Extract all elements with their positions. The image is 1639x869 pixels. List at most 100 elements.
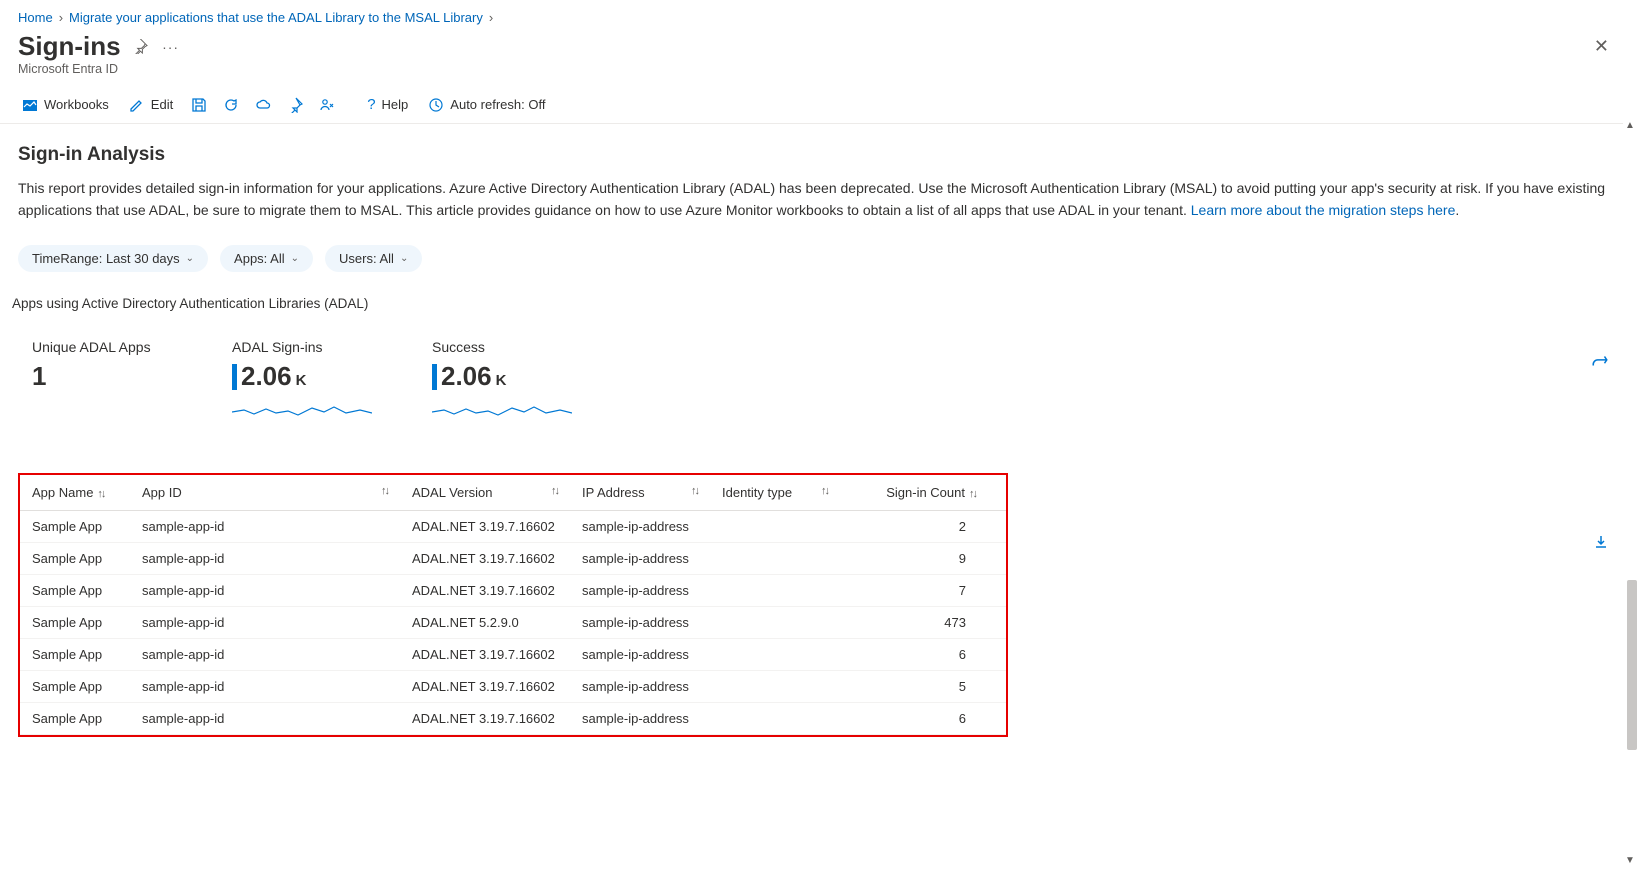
metric-label: Unique ADAL Apps — [32, 339, 172, 355]
chevron-right-icon: › — [489, 10, 493, 25]
filter-apps[interactable]: Apps: All ⌄ — [220, 245, 313, 272]
table-row[interactable]: Sample App sample-app-id ADAL.NET 5.2.9.… — [20, 607, 1006, 639]
cell-signin-count: 7 — [840, 575, 1006, 607]
learn-more-link[interactable]: Learn more about the migration steps her… — [1191, 202, 1456, 218]
scroll-down-icon[interactable]: ▼ — [1623, 855, 1637, 869]
cell-app-name: Sample App — [20, 511, 130, 543]
auto-refresh-button[interactable]: Auto refresh: Off — [420, 93, 553, 117]
metric-success: Success 2.06 K — [432, 339, 572, 423]
people-button[interactable] — [313, 93, 341, 117]
cell-signin-count: 473 — [840, 607, 1006, 639]
breadcrumb-home[interactable]: Home — [18, 10, 53, 25]
filters-row: TimeRange: Last 30 days ⌄ Apps: All ⌄ Us… — [18, 245, 1621, 272]
filter-timerange[interactable]: TimeRange: Last 30 days ⌄ — [18, 245, 208, 272]
col-header-identity-type[interactable]: Identity type↑↓ — [710, 475, 840, 511]
metric-label: Success — [432, 339, 572, 355]
cell-ip-address: sample-ip-address — [570, 607, 710, 639]
metric-accent-bar — [232, 364, 237, 390]
scroll-up-icon[interactable]: ▲ — [1623, 120, 1637, 134]
help-icon: ? — [367, 96, 375, 113]
adal-apps-table-wrap: App Name↑↓ App ID↑↓ ADAL Version↑↓ IP Ad… — [18, 473, 1008, 737]
scroll-thumb[interactable] — [1627, 580, 1637, 750]
refresh-icon — [223, 97, 239, 113]
pencil-icon — [129, 97, 145, 113]
table-row[interactable]: Sample App sample-app-id ADAL.NET 3.19.7… — [20, 703, 1006, 735]
download-button[interactable] — [1593, 534, 1609, 553]
description-tail: . — [1455, 202, 1459, 218]
share-button[interactable] — [249, 93, 277, 117]
cell-identity-type — [710, 639, 840, 671]
save-icon — [191, 97, 207, 113]
help-button[interactable]: ? Help — [359, 92, 416, 117]
chevron-right-icon: › — [59, 10, 63, 25]
sort-icon: ↑↓ — [821, 485, 828, 497]
cell-app-id: sample-app-id — [130, 575, 400, 607]
filter-users[interactable]: Users: All ⌄ — [325, 245, 422, 272]
table-header-row: App Name↑↓ App ID↑↓ ADAL Version↑↓ IP Ad… — [20, 475, 1006, 511]
metric-adal-signins: ADAL Sign-ins 2.06 K — [232, 339, 372, 423]
table-row[interactable]: Sample App sample-app-id ADAL.NET 3.19.7… — [20, 575, 1006, 607]
col-header-signin-count[interactable]: Sign-in Count↑↓ — [840, 475, 1006, 511]
workbooks-icon — [22, 97, 38, 113]
col-header-app-name[interactable]: App Name↑↓ — [20, 475, 130, 511]
cell-adal-version: ADAL.NET 3.19.7.16602 — [400, 639, 570, 671]
close-icon[interactable]: ✕ — [1594, 36, 1621, 57]
undo-button[interactable] — [1591, 352, 1609, 373]
cell-ip-address: sample-ip-address — [570, 543, 710, 575]
cell-signin-count: 6 — [840, 703, 1006, 735]
cell-ip-address: sample-ip-address — [570, 639, 710, 671]
auto-refresh-label: Auto refresh: Off — [450, 97, 545, 112]
metric-value: 1 — [32, 361, 46, 392]
sort-icon: ↑↓ — [691, 485, 698, 497]
metric-suffix: K — [296, 372, 307, 389]
cell-app-id: sample-app-id — [130, 671, 400, 703]
save-button[interactable] — [185, 93, 213, 117]
cell-app-name: Sample App — [20, 575, 130, 607]
clock-icon — [428, 97, 444, 113]
cell-adal-version: ADAL.NET 3.19.7.16602 — [400, 543, 570, 575]
header-label: App ID — [142, 485, 182, 500]
col-header-app-id[interactable]: App ID↑↓ — [130, 475, 400, 511]
pin-icon[interactable] — [131, 37, 151, 57]
cell-identity-type — [710, 575, 840, 607]
cell-app-id: sample-app-id — [130, 639, 400, 671]
chevron-down-icon: ⌄ — [291, 253, 299, 264]
metrics-row: Unique ADAL Apps 1 ADAL Sign-ins 2.06 K … — [18, 329, 1621, 449]
cell-adal-version: ADAL.NET 3.19.7.16602 — [400, 703, 570, 735]
col-header-ip-address[interactable]: IP Address↑↓ — [570, 475, 710, 511]
filter-users-label: Users: All — [339, 251, 394, 266]
edit-label: Edit — [151, 97, 173, 112]
people-icon — [319, 97, 335, 113]
cell-app-id: sample-app-id — [130, 511, 400, 543]
filter-apps-label: Apps: All — [234, 251, 285, 266]
refresh-button[interactable] — [217, 93, 245, 117]
cell-app-name: Sample App — [20, 543, 130, 575]
table-row[interactable]: Sample App sample-app-id ADAL.NET 3.19.7… — [20, 671, 1006, 703]
cloud-icon — [255, 97, 271, 113]
cell-app-name: Sample App — [20, 639, 130, 671]
metric-suffix: K — [496, 372, 507, 389]
chevron-down-icon: ⌄ — [186, 253, 194, 264]
table-row[interactable]: Sample App sample-app-id ADAL.NET 3.19.7… — [20, 639, 1006, 671]
adal-apps-heading: Apps using Active Directory Authenticati… — [12, 296, 1621, 311]
cell-ip-address: sample-ip-address — [570, 511, 710, 543]
cell-app-id: sample-app-id — [130, 543, 400, 575]
breadcrumb-migrate[interactable]: Migrate your applications that use the A… — [69, 10, 483, 25]
metric-label: ADAL Sign-ins — [232, 339, 372, 355]
scrollbar[interactable]: ▲ ▼ — [1623, 120, 1639, 869]
table-row[interactable]: Sample App sample-app-id ADAL.NET 3.19.7… — [20, 543, 1006, 575]
help-label: Help — [382, 97, 409, 112]
workbooks-button[interactable]: Workbooks — [14, 93, 117, 117]
cell-adal-version: ADAL.NET 5.2.9.0 — [400, 607, 570, 639]
cell-adal-version: ADAL.NET 3.19.7.16602 — [400, 575, 570, 607]
edit-button[interactable]: Edit — [121, 93, 181, 117]
pin-dashboard-button[interactable] — [281, 93, 309, 117]
metric-value: 2.06 — [241, 361, 292, 392]
page-title: Sign-ins — [18, 31, 121, 62]
cell-app-name: Sample App — [20, 703, 130, 735]
cell-adal-version: ADAL.NET 3.19.7.16602 — [400, 671, 570, 703]
table-row[interactable]: Sample App sample-app-id ADAL.NET 3.19.7… — [20, 511, 1006, 543]
col-header-adal-version[interactable]: ADAL Version↑↓ — [400, 475, 570, 511]
header-label: App Name — [32, 485, 93, 500]
more-icon[interactable]: ··· — [161, 37, 181, 57]
